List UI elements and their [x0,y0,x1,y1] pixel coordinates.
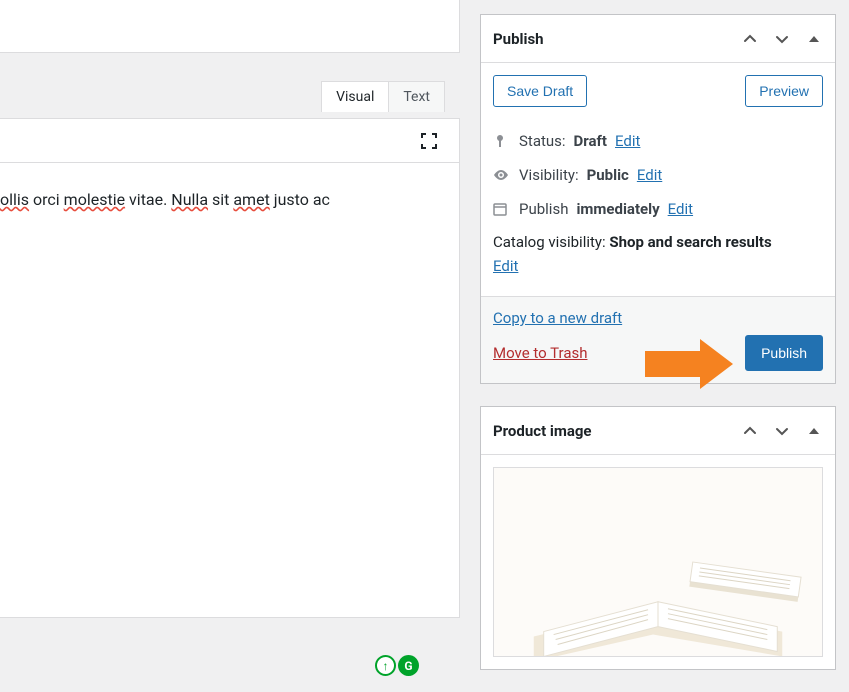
editor-area: Visual Text ollis orci molestie vitae. N… [0,0,460,671]
status-value: Draft [574,132,607,150]
editor-toolbar [0,118,460,163]
publish-actions-row: Save Draft Preview [493,75,823,107]
schedule-line: Publish immediately Edit [493,192,823,226]
toggle-panel-icon[interactable] [805,422,823,440]
content-text: ollis [0,190,29,209]
product-image-title: Product image [493,422,592,440]
publish-panel-title: Publish [493,30,544,48]
move-down-icon[interactable] [773,30,791,48]
content-text: molestie [64,190,125,209]
catalog-label: Catalog visibility: [493,233,609,251]
editor-content[interactable]: ollis orci molestie vitae. Nulla sit ame… [0,163,460,618]
suggestion-badge-icon[interactable]: ↑ [375,655,396,676]
publish-button[interactable]: Publish [745,335,823,371]
content-text: sit [208,190,233,209]
pin-icon [493,134,511,148]
tab-text[interactable]: Text [388,81,445,112]
fullscreen-icon[interactable] [419,131,439,151]
toggle-panel-icon[interactable] [805,30,823,48]
catalog-line: Catalog visibility: Shop and search resu… [493,226,823,278]
publish-panel-header: Publish [481,15,835,63]
move-down-icon[interactable] [773,422,791,440]
grammarly-icon[interactable]: G [398,655,419,676]
title-input-box[interactable] [0,0,460,53]
move-up-icon[interactable] [741,422,759,440]
visibility-label: Visibility: [519,166,579,184]
move-trash-link[interactable]: Move to Trash [493,344,587,362]
editor-wrap: Visual Text ollis orci molestie vitae. N… [0,118,460,618]
copy-draft-link[interactable]: Copy to a new draft [493,309,622,327]
publish-value: immediately [576,200,659,218]
edit-status-link[interactable]: Edit [615,132,640,150]
panel-controls [741,422,823,440]
calendar-icon [493,202,511,216]
publish-footer-row: Move to Trash Publish [493,335,823,371]
publish-panel-body: Save Draft Preview Status: Draft Edit Vi… [481,63,835,296]
status-line: Status: Draft Edit [493,124,823,158]
publish-panel: Publish Save Draft Preview Status: Draft… [480,14,836,384]
content-text: Nulla [171,190,208,209]
content-text: vitae. [125,190,171,209]
product-image-thumbnail[interactable] [493,467,823,657]
content-text: justo ac [270,190,330,209]
edit-catalog-link[interactable]: Edit [493,257,518,275]
edit-visibility-link[interactable]: Edit [637,166,662,184]
publish-footer: Copy to a new draft Move to Trash Publis… [481,296,835,383]
visibility-line: Visibility: Public Edit [493,158,823,192]
edit-schedule-link[interactable]: Edit [668,200,693,218]
publish-meta: Status: Draft Edit Visibility: Public Ed… [493,121,823,284]
publish-label: Publish [519,200,568,218]
grammarly-badges: ↑ G [375,655,419,676]
eye-icon [493,167,511,183]
catalog-value: Shop and search results [609,233,771,251]
visibility-value: Public [587,166,629,184]
content-text: amet [233,190,269,209]
product-image-body [481,455,835,669]
product-image-panel: Product image [480,406,836,670]
preview-button[interactable]: Preview [745,75,823,107]
panel-controls [741,30,823,48]
product-image-header: Product image [481,407,835,455]
editor-tabs: Visual Text [322,81,445,112]
move-up-icon[interactable] [741,30,759,48]
sidebar: Publish Save Draft Preview Status: Draft… [480,14,836,692]
status-label: Status: [519,132,566,150]
save-draft-button[interactable]: Save Draft [493,75,587,107]
tab-visual[interactable]: Visual [321,81,389,112]
content-text: orci [29,190,64,209]
